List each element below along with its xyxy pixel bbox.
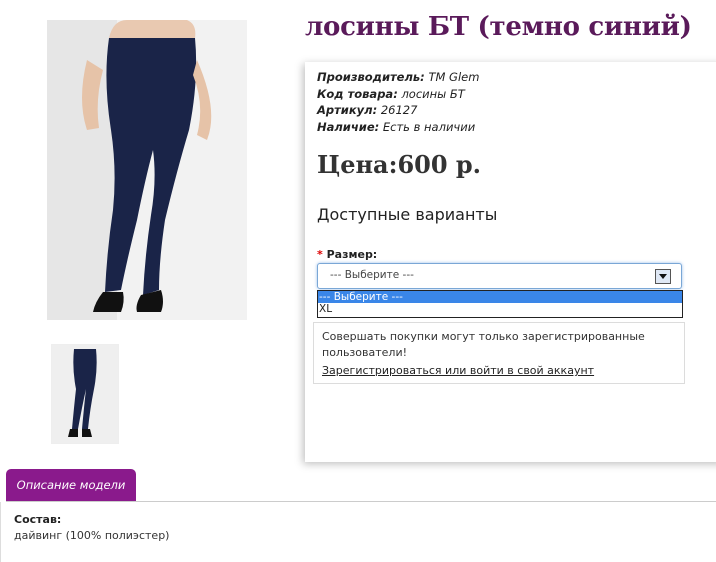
availability-label: Наличие: [317,119,380,134]
product-code-value: лосины БТ [401,86,465,101]
article-row: Артикул: 26127 [317,102,479,119]
article-value: 26127 [380,103,418,117]
manufacturer-label: Производитель: [317,70,425,84]
size-select-value: --- Выберите --- [330,269,414,281]
leggings-photo [47,20,247,320]
size-label-text: Размер: [326,248,378,261]
login-notice: Совершать покупки могут только зарегистр… [313,322,685,384]
chevron-down-icon[interactable] [655,269,671,284]
availability-value: Есть в наличии [382,119,476,134]
manufacturer-row: Производитель: TM Glem [317,69,479,86]
availability-row: Наличие: Есть в наличии [317,119,479,136]
size-dropdown-list[interactable]: --- Выберите --- XL [317,290,683,318]
product-meta: Производитель: TM Glem Код товара: лосин… [317,69,479,135]
size-select[interactable]: --- Выберите --- [317,263,682,289]
manufacturer-value: TM Glem [428,70,480,84]
article-label: Артикул: [317,103,378,117]
register-login-link[interactable]: Зарегистрироваться или войти в свой акка… [322,364,594,377]
variants-heading: Доступные варианты [317,205,498,224]
tab-model-description[interactable]: Описание модели [6,469,136,501]
product-code-label: Код товара: [317,86,398,101]
login-notice-text: Совершать покупки могут только зарегистр… [322,330,645,359]
composition-label: Состав: [14,513,62,526]
product-title: лосины БТ (темно синий) [305,12,692,42]
product-code-row: Код товара: лосины БТ [317,86,479,103]
size-label: * Размер: [317,248,377,261]
size-option-xl[interactable]: XL [318,303,682,315]
composition-value: дайвинг (100% полиэстер) [14,529,170,542]
product-price: Цена:600 р. [317,150,482,179]
product-thumbnail[interactable] [51,344,119,444]
leggings-thumbnail-photo [52,345,118,443]
product-main-image[interactable] [47,20,247,320]
required-mark: * [317,248,323,261]
size-option-placeholder[interactable]: --- Выберите --- [318,291,682,303]
